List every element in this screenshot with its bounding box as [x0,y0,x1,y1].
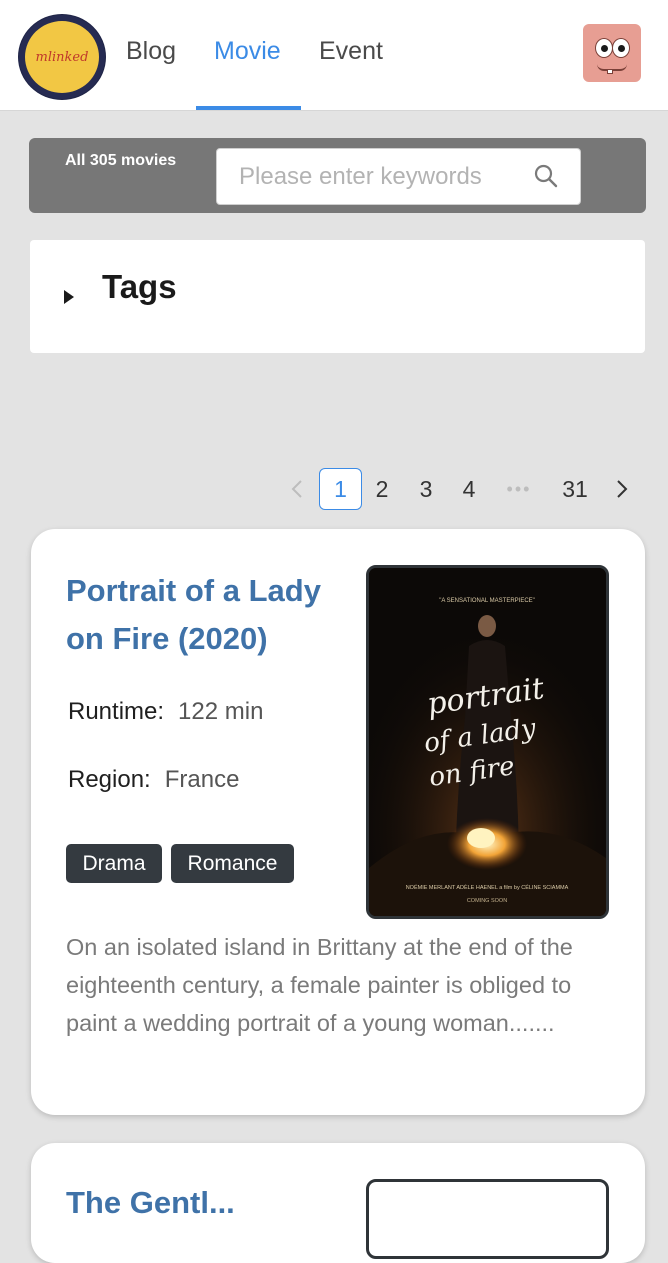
genre-tag-drama[interactable]: Drama [66,844,162,883]
nav-event[interactable]: Event [319,37,383,66]
movie-synopsis: On an isolated island in Brittany at the… [66,934,573,1036]
movie-title[interactable]: Portrait of a Lady on Fire (2020) [66,567,346,663]
genre-tag-romance[interactable]: Romance [171,844,294,883]
page-4-button[interactable]: 4 [453,468,485,510]
tags-panel: Tags [30,240,645,353]
avatar-eye-right [612,38,630,58]
expand-arrow-icon[interactable] [64,290,74,304]
search-bar: All 305 movies [29,138,646,213]
region-label: Region: [68,766,151,793]
region-value: France [164,766,240,793]
page-2-button[interactable]: 2 [366,468,398,510]
runtime-row: Runtime: 122 min [68,698,263,726]
region-row: Region: France [68,766,239,794]
page-1-button[interactable]: 1 [319,468,362,510]
nav-movie[interactable]: Movie [214,37,281,66]
avatar-eye-left [595,38,613,58]
logo-text: mlinked [35,49,89,65]
movie-card[interactable]: The Gentl... [31,1143,645,1263]
movie-card[interactable]: Portrait of a Lady on Fire (2020) Runtim… [31,529,645,1115]
page-31-button[interactable]: 31 [555,468,595,510]
top-nav-bar: mlinked Blog Movie Event [0,0,668,111]
runtime-value: 122 min [178,698,264,725]
avatar-tooth [607,69,613,74]
tags-title[interactable]: Tags [102,268,177,306]
site-logo[interactable]: mlinked [19,15,105,99]
user-avatar[interactable] [583,24,641,82]
poster-release: COMING SOON [467,898,507,904]
poster-tagline: "A SENSATIONAL MASTERPIECE" [439,598,535,604]
search-icon[interactable] [532,162,560,190]
poster-credits: NOÉMIE MERLANT ADÈLE HAENEL a film by CÉ… [406,884,569,891]
chevron-left-icon[interactable] [283,468,311,510]
search-input[interactable] [216,148,581,205]
runtime-label: Runtime: [68,698,165,725]
movie-poster[interactable]: "A SENSATIONAL MASTERPIECE" portrait of … [366,565,609,919]
movie-poster[interactable] [366,1179,609,1259]
movie-count: All 305 movies [65,152,177,169]
nav-blog[interactable]: Blog [126,37,176,66]
chevron-right-icon[interactable] [608,468,636,510]
movie-title[interactable]: The Gentl... [66,1179,346,1227]
active-nav-indicator [196,106,301,110]
page-3-button[interactable]: 3 [410,468,442,510]
more-pages-button[interactable]: ••• [499,468,539,510]
